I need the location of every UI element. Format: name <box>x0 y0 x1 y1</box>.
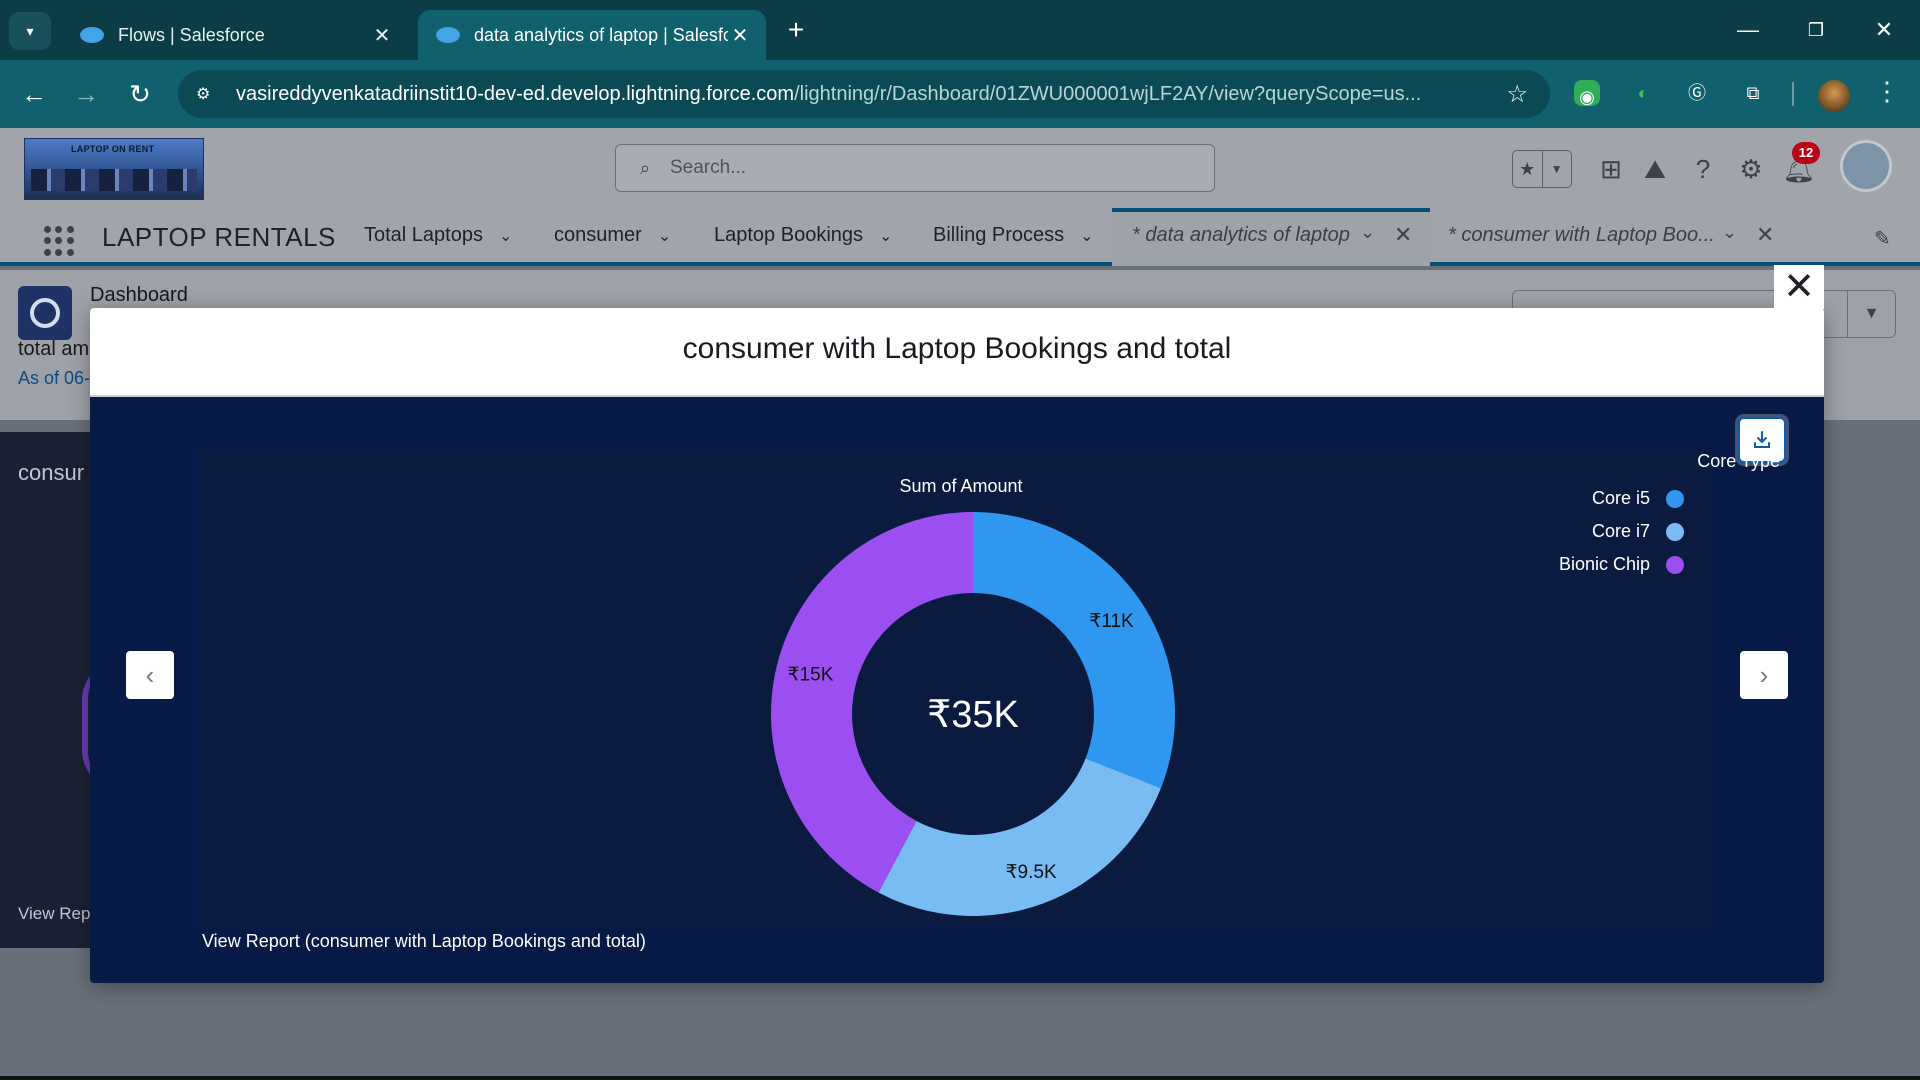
legend-item-bionic-chip[interactable]: Bionic Chip <box>1559 554 1684 575</box>
search-icon: ⌕ <box>640 157 651 178</box>
dashboard-component-title: consur <box>18 460 85 485</box>
chevron-down-icon[interactable]: ▼ <box>1847 291 1895 337</box>
next-chart-button[interactable]: › <box>1740 651 1788 699</box>
chart-title: Sum of Amount <box>899 476 1023 496</box>
global-actions-plus-icon[interactable]: ⊞ <box>1594 152 1628 186</box>
close-tab-icon[interactable]: ✕ <box>728 23 752 48</box>
restore-icon[interactable]: ❐ <box>1796 12 1836 48</box>
setup-gear-icon[interactable]: ⚙ <box>1734 152 1768 186</box>
browser-tab-flows[interactable]: Flows | Salesforce ✕ <box>62 10 408 60</box>
browser-profile-avatar[interactable] <box>1818 80 1850 112</box>
reload-icon[interactable]: ↻ <box>120 74 160 114</box>
expanded-chart-modal: consumer with Laptop Bookings and total … <box>90 308 1824 983</box>
edit-nav-pencil-icon[interactable]: ✎ <box>1874 226 1891 251</box>
legend-item-core-i5[interactable]: Core i5 <box>1592 488 1684 509</box>
toolbar-divider <box>1792 82 1794 106</box>
trailhead-icon[interactable]: ⛰ <box>1638 152 1672 186</box>
minimize-icon[interactable]: — <box>1728 12 1768 48</box>
chevron-down-icon[interactable]: ⌄ <box>1722 222 1737 243</box>
dashboard-view-report-link[interactable]: View Rep <box>18 904 90 924</box>
modal-title: consumer with Laptop Bookings and total <box>682 332 1232 365</box>
nav-item-consumer[interactable]: consumer ⌄ <box>554 224 671 247</box>
extension-gpt-icon[interactable]: ◉ <box>1574 80 1600 107</box>
chevron-down-icon[interactable]: ⌄ <box>1080 228 1093 245</box>
close-tab-icon[interactable]: ✕ <box>1394 222 1412 248</box>
chevron-down-icon[interactable]: ⌄ <box>499 228 512 245</box>
chart-area: ₹11K ₹9.5K ₹15K ₹35K Sum of Amount Core Typ… <box>198 451 1780 926</box>
legend-label: Core i7 <box>1591 521 1650 541</box>
extensions-puzzle-icon[interactable]: ⧉ <box>1736 76 1770 110</box>
new-tab-button[interactable]: + <box>780 14 812 46</box>
app-launcher-icon[interactable] <box>44 226 74 256</box>
nav-tab-data-analytics[interactable]: * data analytics of laptop <box>1132 224 1350 247</box>
dashboard-title: total am <box>18 338 90 360</box>
legend-title: Core Type <box>1697 451 1780 471</box>
nav-item-billing-process[interactable]: Billing Process ⌄ <box>933 224 1094 247</box>
modal-header: consumer with Laptop Bookings and total <box>90 308 1824 397</box>
favorites-dropdown-icon[interactable]: ▼ <box>1541 151 1572 187</box>
salesforce-cloud-icon <box>436 27 460 43</box>
view-report-link[interactable]: View Report (consumer with Laptop Bookin… <box>202 931 646 952</box>
browser-tab-strip: ▾ Flows | Salesforce ✕ data analytics of… <box>0 0 1920 60</box>
browser-menu-icon[interactable]: ⋮ <box>1874 76 1900 107</box>
url-text[interactable]: vasireddyvenkatadriinstit10-dev-ed.devel… <box>236 83 1486 106</box>
salesforce-cloud-icon <box>80 27 104 43</box>
legend-dot <box>1666 555 1684 574</box>
chevron-down-icon[interactable]: ⌄ <box>879 228 892 245</box>
donut-chart: ₹11K ₹9.5K ₹15K ₹35K <box>771 512 1175 916</box>
close-tab-icon[interactable]: ✕ <box>370 23 394 48</box>
back-arrow-icon[interactable]: ← <box>14 74 54 114</box>
favorite-star-icon[interactable]: ★ <box>1513 151 1542 187</box>
nav-tab-consumer-bookings[interactable]: * consumer with Laptop Boo... <box>1448 224 1715 247</box>
app-logo[interactable]: LAPTOP ON RENT <box>24 138 204 200</box>
logo-text: LAPTOP ON RENT <box>71 144 155 154</box>
legend-dot <box>1666 489 1684 508</box>
notification-count-badge: 12 <box>1792 142 1820 164</box>
search-placeholder: Search... <box>670 157 747 178</box>
dashboard-as-of: As of 06- <box>18 368 91 388</box>
modal-close-button[interactable]: ✕ <box>1774 265 1824 309</box>
extension-grammarly-icon[interactable]: Ⓖ <box>1680 76 1714 110</box>
taskbar-edge <box>0 1076 1920 1080</box>
global-search-input[interactable]: ⌕ Search... <box>615 144 1215 192</box>
close-window-icon[interactable]: ✕ <box>1864 12 1904 48</box>
slice-data-label: ₹15K <box>787 665 833 686</box>
legend-item-core-i7[interactable]: Core i7 <box>1592 521 1684 542</box>
legend-label: Core i5 <box>1591 488 1650 508</box>
browser-tab-data-analytics[interactable]: data analytics of laptop | Salesforce ✕ <box>418 10 766 60</box>
app-navigation-bar: LAPTOP RENTALS Total Laptops ⌄ consumer ⌄ … <box>0 208 1920 266</box>
help-question-icon[interactable]: ? <box>1686 152 1720 186</box>
nav-item-total-laptops[interactable]: Total Laptops ⌄ <box>364 224 512 247</box>
browser-toolbar: ← → ↻ ⚙ vasireddyvenkatadriinstit10-dev-… <box>0 60 1920 128</box>
dashboard-gauge-icon <box>18 286 72 340</box>
bookmark-star-icon[interactable]: ☆ <box>1506 80 1528 109</box>
download-icon <box>1754 431 1770 448</box>
modal-body: ₹11K ₹9.5K ₹15K ₹35K Sum of Amount Core Typ… <box>90 397 1824 983</box>
dashboard-type-label: Dashboard <box>90 284 188 306</box>
chevron-down-icon[interactable]: ⌄ <box>658 228 671 245</box>
favorites-button-group[interactable]: ★ ▼ <box>1512 150 1572 188</box>
app-name: LAPTOP RENTALS <box>102 222 336 252</box>
close-tab-icon[interactable]: ✕ <box>1756 222 1774 248</box>
salesforce-global-header: LAPTOP ON RENT ⌕ Search... ★ ▼ ⊞ ⛰ ? ⚙ 🔔… <box>0 128 1920 210</box>
donut-center-total: ₹35K <box>927 694 1019 736</box>
logo-laptop-graphic <box>31 169 197 191</box>
forward-arrow-icon[interactable]: → <box>66 74 106 114</box>
legend-label: Bionic Chip <box>1558 554 1650 574</box>
donut-slice-core-i5[interactable] <box>973 512 1175 789</box>
site-info-icon[interactable]: ⚙ <box>196 84 222 104</box>
tab-title: Flows | Salesforce <box>118 24 265 45</box>
previous-chart-button[interactable]: ‹ <box>126 651 174 699</box>
legend-dot <box>1666 522 1684 541</box>
tab-search-button[interactable]: ▾ <box>9 12 51 50</box>
address-bar[interactable]: ⚙ vasireddyvenkatadriinstit10-dev-ed.dev… <box>178 70 1550 118</box>
chevron-down-icon[interactable]: ⌄ <box>1360 222 1375 243</box>
user-avatar[interactable] <box>1840 140 1892 192</box>
tab-title: data analytics of laptop | Salesforce <box>474 24 728 45</box>
slice-data-label: ₹9.5K <box>1005 862 1057 883</box>
extension-eye-icon[interactable]: ◐ <box>1626 76 1660 110</box>
nav-item-laptop-bookings[interactable]: Laptop Bookings ⌄ <box>714 224 892 247</box>
slice-data-label: ₹11K <box>1089 611 1134 632</box>
donut-slice-core-i7[interactable] <box>878 758 1161 916</box>
